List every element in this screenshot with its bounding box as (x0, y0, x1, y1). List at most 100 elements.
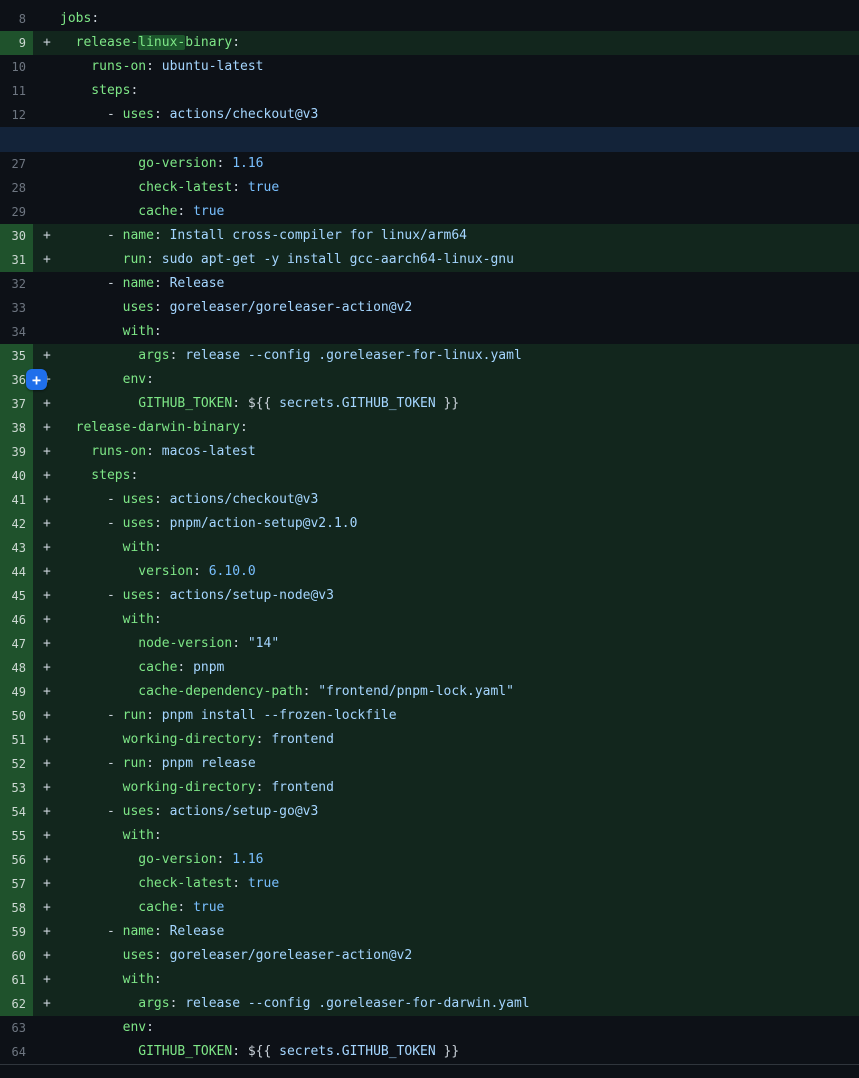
diff-row: 8 jobs: (0, 7, 859, 31)
code-token: actions/checkout@v3 (170, 107, 319, 122)
code-token: : (154, 972, 162, 987)
line-number[interactable]: 32 (0, 272, 33, 296)
line-number[interactable]: 61 (0, 968, 33, 992)
diff-row: 40+ steps: (0, 464, 859, 488)
code-token: steps (60, 468, 130, 483)
diff-row: 62+ args: release --config .goreleaser-f… (0, 992, 859, 1016)
diff-row: 48+ cache: pnpm (0, 656, 859, 680)
diff-row: 63 env: (0, 1016, 859, 1040)
code-token: : (232, 876, 248, 891)
line-number[interactable]: 9 (0, 31, 33, 55)
code-token: secrets.GITHUB_TOKEN (279, 396, 436, 411)
line-number[interactable]: 29 (0, 200, 33, 224)
code-line: - uses: actions/setup-node@v3 (60, 584, 859, 608)
line-number[interactable]: 35 (0, 344, 33, 368)
code-line: check-latest: true (60, 872, 859, 896)
diff-marker: + (33, 248, 60, 272)
line-number[interactable]: 52 (0, 752, 33, 776)
code-token: name (123, 228, 154, 243)
code-token: - (60, 708, 123, 723)
code-line: node-version: "14" (60, 632, 859, 656)
code-token: : (154, 948, 170, 963)
diff-row: 47+ node-version: "14" (0, 632, 859, 656)
diff-row: 56+ go-version: 1.16 (0, 848, 859, 872)
code-token: true (248, 180, 279, 195)
line-number[interactable]: 45 (0, 584, 33, 608)
diff-marker (33, 1016, 60, 1040)
line-number[interactable]: 51 (0, 728, 33, 752)
code-token: actions/checkout@v3 (170, 492, 319, 507)
line-number[interactable]: 62 (0, 992, 33, 1016)
code-line: env: (60, 1016, 859, 1040)
line-number[interactable]: 46 (0, 608, 33, 632)
line-number[interactable]: 56 (0, 848, 33, 872)
diff-table: 8jobs:9+ release-linux-binary:10 runs-on… (0, 0, 859, 1064)
line-number[interactable]: 31 (0, 248, 33, 272)
code-line: with: (60, 968, 859, 992)
line-number[interactable]: 47 (0, 632, 33, 656)
code-line: release-linux-binary: (60, 31, 859, 55)
diff-marker: + (33, 464, 60, 488)
code-line: jobs: (60, 7, 859, 31)
line-number[interactable]: 48 (0, 656, 33, 680)
line-number[interactable]: 64 (0, 1040, 33, 1064)
line-number[interactable]: 57 (0, 872, 33, 896)
diff-row: 57+ check-latest: true (0, 872, 859, 896)
diff-row: 9+ release-linux-binary: (0, 31, 859, 55)
diff-row: 28 check-latest: true (0, 176, 859, 200)
diff-row: 58+ cache: true (0, 896, 859, 920)
expand-hunk-row[interactable] (0, 127, 859, 152)
line-number[interactable]: 58 (0, 896, 33, 920)
line-number[interactable]: 34 (0, 320, 33, 344)
line-number[interactable]: 10 (0, 55, 33, 79)
line-number[interactable]: 8 (0, 7, 33, 31)
code-token: actions/setup-go@v3 (170, 804, 319, 819)
add-comment-button[interactable]: + (26, 369, 47, 390)
line-number[interactable]: 60 (0, 944, 33, 968)
line-number[interactable]: 38 (0, 416, 33, 440)
code-token: : (154, 300, 170, 315)
line-number[interactable]: 63 (0, 1016, 33, 1040)
line-number[interactable]: 59 (0, 920, 33, 944)
code-token: version (60, 564, 193, 579)
line-number[interactable]: 54 (0, 800, 33, 824)
code-token: go-version (60, 156, 217, 171)
line-number[interactable]: 43 (0, 536, 33, 560)
line-number[interactable]: 11 (0, 79, 33, 103)
line-number[interactable]: 41 (0, 488, 33, 512)
line-number[interactable]: 55 (0, 824, 33, 848)
line-number[interactable]: 37 (0, 392, 33, 416)
diff-marker (33, 296, 60, 320)
diff-row: 33 uses: goreleaser/goreleaser-action@v2 (0, 296, 859, 320)
diff-row: 51+ working-directory: frontend (0, 728, 859, 752)
line-number[interactable]: 50 (0, 704, 33, 728)
line-number[interactable]: 28 (0, 176, 33, 200)
line-number[interactable]: 12 (0, 103, 33, 127)
line-number[interactable]: 33 (0, 296, 33, 320)
line-number[interactable]: 39 (0, 440, 33, 464)
line-number[interactable]: 53 (0, 776, 33, 800)
code-token: - (60, 276, 123, 291)
line-number[interactable]: 42 (0, 512, 33, 536)
diff-row: 32 - name: Release (0, 272, 859, 296)
code-token: true (193, 900, 224, 915)
code-token: uses (123, 588, 154, 603)
diff-row: 50+ - run: pnpm install --frozen-lockfil… (0, 704, 859, 728)
code-token: uses (60, 300, 154, 315)
diff-row: 42+ - uses: pnpm/action-setup@v2.1.0 (0, 512, 859, 536)
line-number[interactable]: 49 (0, 680, 33, 704)
code-token: with (60, 828, 154, 843)
line-number[interactable]: 30 (0, 224, 33, 248)
code-line: check-latest: true (60, 176, 859, 200)
code-token: runs-on (60, 59, 146, 74)
code-token: pnpm/action-setup@v2.1.0 (170, 516, 358, 531)
code-token: pnpm install --frozen-lockfile (162, 708, 397, 723)
diff-row: 34 with: (0, 320, 859, 344)
line-number[interactable]: 44 (0, 560, 33, 584)
diff-row: 27 go-version: 1.16 (0, 152, 859, 176)
code-token: frontend (271, 732, 334, 747)
line-number[interactable]: 40 (0, 464, 33, 488)
code-token: : (146, 756, 162, 771)
line-number[interactable]: 27 (0, 152, 33, 176)
diff-marker: + (33, 752, 60, 776)
